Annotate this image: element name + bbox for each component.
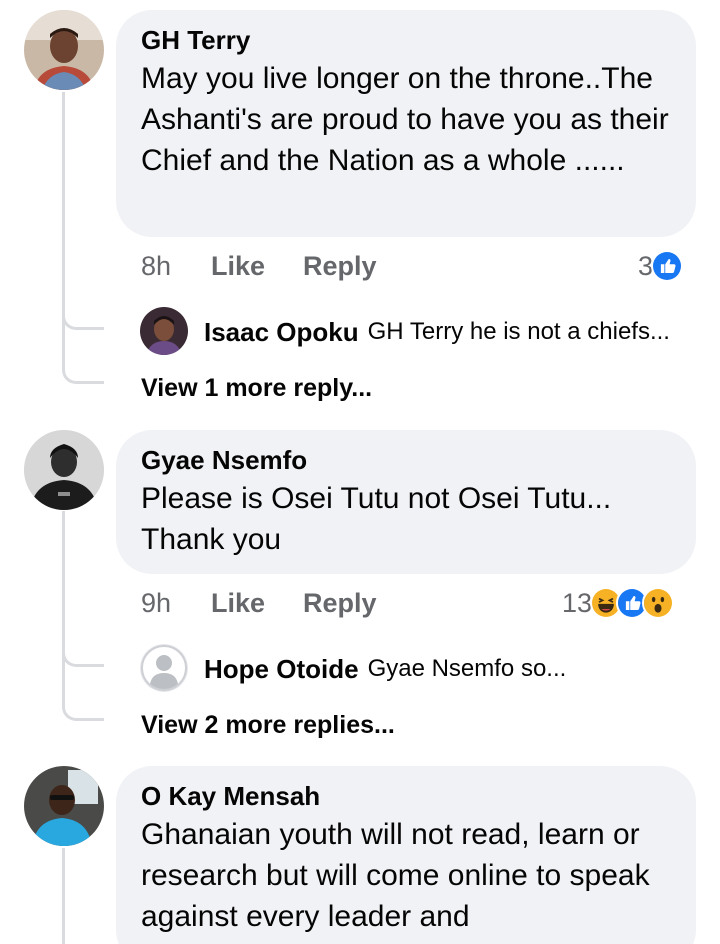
wow-icon (642, 587, 675, 619)
avatar[interactable] (24, 10, 104, 90)
reply-text: GH Terry he is not a chiefs... (367, 318, 670, 345)
reaction-summary[interactable]: 3 (638, 246, 684, 286)
comment-text: May you live longer on the throne..The A… (141, 62, 669, 177)
comment-author[interactable]: GH Terry (141, 24, 670, 56)
avatar[interactable] (24, 766, 104, 846)
comment-text: Please is Osei Tutu not Osei Tutu... Tha… (141, 482, 612, 556)
reply-text: Gyae Nsemfo so... (367, 655, 567, 682)
reply-author[interactable]: Isaac Opoku (204, 317, 359, 348)
reaction-summary[interactable]: 13 (562, 583, 675, 623)
thread-elbow (62, 657, 104, 721)
like-button[interactable]: Like (211, 588, 303, 619)
comment-bubble[interactable]: GH Terry May you live longer on the thro… (116, 10, 696, 237)
comment-author[interactable]: O Kay Mensah (141, 780, 670, 812)
comment-timestamp[interactable]: 9h (141, 588, 211, 619)
reply-preview[interactable]: Isaac Opoku GH Terry he is not a chiefs.… (140, 307, 670, 357)
reply-button[interactable]: Reply (303, 251, 377, 282)
comment-author[interactable]: Gyae Nsemfo (141, 444, 670, 476)
comment-text: Ghanaian youth will not read, learn or r… (141, 818, 650, 933)
comment-actions: 9h Like Reply (141, 583, 377, 623)
thread-elbow (62, 320, 104, 384)
avatar[interactable] (24, 430, 104, 510)
comment-actions: 8h Like Reply (141, 246, 377, 286)
reaction-count: 13 (562, 587, 593, 618)
reply-author[interactable]: Hope Otoide (204, 654, 359, 685)
comment-bubble[interactable]: Gyae Nsemfo Please is Osei Tutu not Osei… (116, 430, 696, 574)
reply-preview[interactable]: Hope Otoide Gyae Nsemfo so... (140, 644, 566, 694)
like-icon (651, 250, 684, 282)
view-more-replies-button[interactable]: View 1 more reply... (141, 370, 372, 406)
view-more-replies-button[interactable]: View 2 more replies... (141, 707, 395, 743)
comment-bubble[interactable]: O Kay Mensah Ghanaian youth will not rea… (116, 766, 696, 944)
reply-button[interactable]: Reply (303, 588, 377, 619)
thread-line (62, 848, 65, 944)
like-button[interactable]: Like (211, 251, 303, 282)
comment-timestamp[interactable]: 8h (141, 251, 211, 282)
